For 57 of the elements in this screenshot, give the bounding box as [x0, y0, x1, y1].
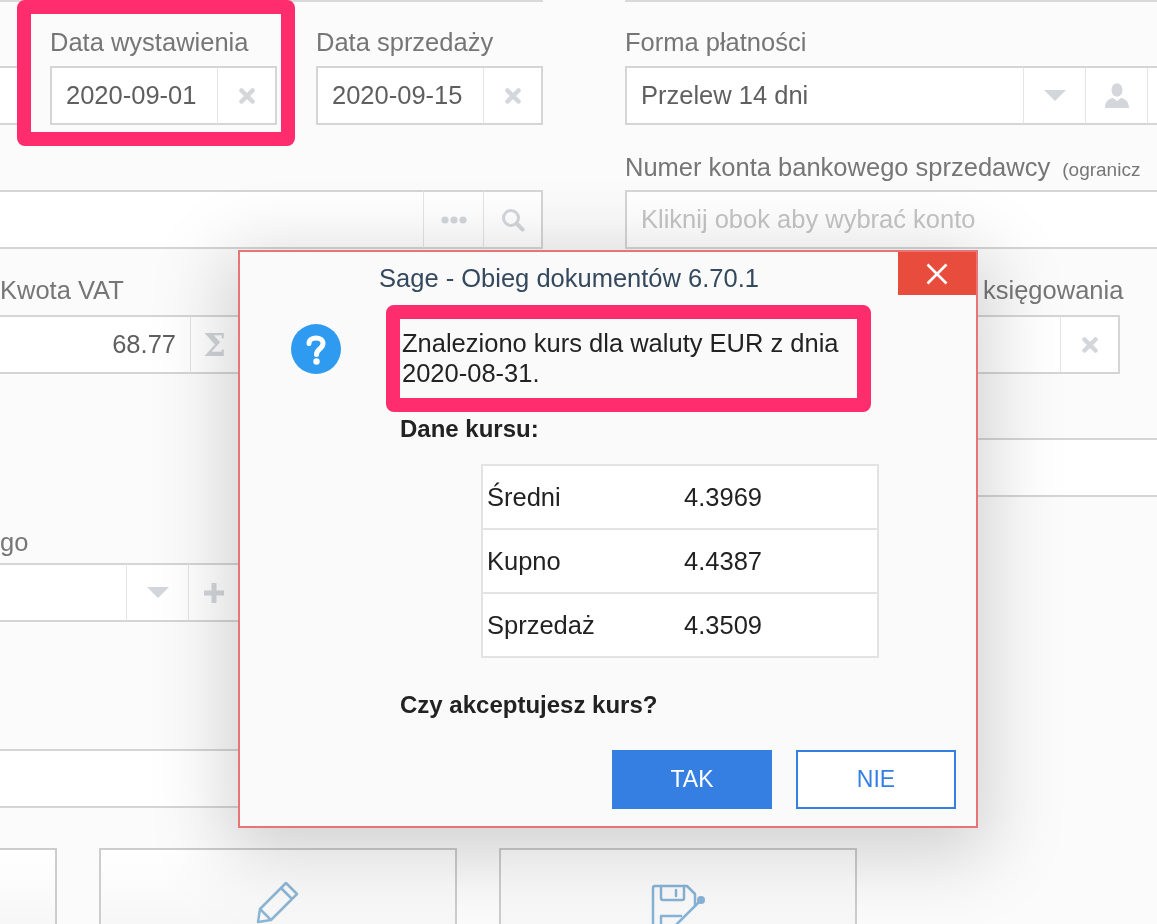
date-field[interactable]: [978, 315, 1060, 374]
text-field[interactable]: [978, 438, 1157, 497]
decline-button[interactable]: NIE: [796, 750, 956, 809]
clear-button[interactable]: [217, 66, 277, 125]
date-field[interactable]: 2020-09-15: [316, 66, 483, 125]
action-tile[interactable]: [0, 848, 57, 924]
field-label: Data sprzedaży: [316, 27, 494, 57]
dropdown-button[interactable]: [126, 563, 188, 622]
action-tile[interactable]: [499, 848, 857, 924]
dropdown-field[interactable]: Przelew 14 dni: [625, 66, 1023, 125]
close-icon: [926, 262, 948, 285]
field-label: Data wystawienia: [50, 27, 249, 57]
account-field[interactable]: Kliknij obok aby wybrać konto: [625, 190, 1157, 249]
search-icon: [500, 207, 525, 232]
table-cell-text: 4.3509: [684, 609, 763, 641]
date-field[interactable]: 2020-09-01: [50, 66, 217, 125]
caret-icon: [1043, 90, 1066, 101]
field-label: Forma płatności: [625, 27, 807, 57]
add-button[interactable]: [188, 563, 238, 622]
table-cell-text: Średni: [486, 481, 562, 513]
floppy-disk-icon: [649, 884, 707, 924]
search-button[interactable]: [483, 190, 543, 249]
table-cell-text: Kupno: [486, 545, 562, 577]
section-heading: Dane kursu:: [400, 414, 539, 444]
action-tile[interactable]: [99, 848, 457, 924]
cross-icon: [238, 87, 255, 104]
more-button[interactable]: [423, 190, 483, 249]
dropdown-button[interactable]: [1023, 66, 1085, 125]
accept-button[interactable]: TAK: [612, 750, 772, 809]
dialog-message: Znaleziono kurs dla waluty EUR z dnia 2020-08-31.: [402, 328, 840, 388]
field-note: (ogranicz: [1062, 159, 1141, 181]
text-field[interactable]: [0, 749, 238, 808]
pencil-icon: [255, 880, 301, 924]
question-icon: [291, 324, 341, 374]
user-button[interactable]: [1085, 66, 1147, 125]
field-label: Kwota VAT: [0, 275, 124, 305]
text-field[interactable]: [0, 190, 423, 249]
clear-button[interactable]: [1060, 315, 1120, 374]
dialog-title: Sage - Obieg dokumentów 6.70.1: [379, 263, 759, 293]
plus-icon: [203, 582, 224, 603]
field-button[interactable]: [1147, 66, 1157, 125]
caret-icon: [146, 587, 169, 598]
more-icon: [440, 215, 467, 224]
table-cell-text: 4.4387: [684, 545, 763, 577]
user-icon: [1104, 83, 1129, 108]
amount-field[interactable]: 68.77: [0, 315, 190, 374]
clear-button[interactable]: [483, 66, 543, 125]
field-label: go: [0, 527, 29, 557]
cross-icon: [1081, 336, 1098, 353]
dialog-question: Czy akceptujesz kurs?: [400, 690, 658, 720]
table-cell-text: Sprzedaż: [486, 609, 596, 641]
close-button[interactable]: [898, 252, 976, 295]
dropdown-field[interactable]: [0, 563, 126, 622]
field-label: Numer konta bankowego sprzedawcy: [625, 152, 1051, 182]
field-label: księgowania: [983, 275, 1124, 305]
table-cell-text: 4.3969: [684, 481, 763, 513]
cross-icon: [504, 87, 521, 104]
